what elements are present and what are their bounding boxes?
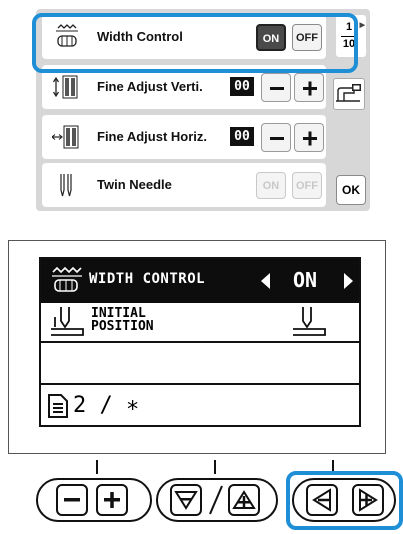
fine-adjust-horizontal-label: Fine Adjust Horiz. [97,129,208,144]
minus-icon [270,137,284,140]
lcd-width-control-label: WIDTH CONTROL [89,271,206,287]
vertical-minus-button[interactable] [261,73,291,102]
plus-icon [303,81,317,96]
left-right-highlight [286,471,403,530]
minus-button[interactable] [56,484,88,516]
up-button[interactable] [228,484,260,516]
width-control-highlight [32,13,358,73]
lcd-page-label: 2 / ∗ [73,393,140,418]
ok-button[interactable]: OK [336,175,366,205]
up-icon [232,490,256,509]
vertical-plus-button[interactable] [294,73,324,102]
lcd-frame: WIDTH CONTROL ON INITIAL POSITION 2 / ∗ [8,240,386,454]
horizontal-plus-button[interactable] [294,123,324,152]
machine-settings-button[interactable] [333,78,365,110]
lcd-width-control-row: WIDTH CONTROL ON [41,259,359,303]
lcd-initial-position-row: INITIAL POSITION [41,303,359,343]
twin-needle-row: Twin Needle ON OFF [42,163,326,207]
horizontal-minus-button[interactable] [261,123,291,152]
slash-divider [209,485,223,515]
page-icon [48,394,68,418]
plus-button[interactable] [96,484,128,516]
lcd-width-control-value: ON [293,268,318,292]
lcd-empty-row [41,345,359,385]
twin-needle-on-button[interactable]: ON [256,172,286,199]
needle-position-icon [293,307,326,336]
down-icon [174,491,198,510]
page-next-arrow-icon: ▶ [359,22,365,29]
down-button[interactable] [170,484,202,516]
fine-adjust-vertical-value: 00 [230,77,254,96]
machine-icon [336,84,361,102]
plus-icon [104,492,120,508]
vertical-adjust-icon [52,75,78,99]
lcd-display: WIDTH CONTROL ON INITIAL POSITION 2 / ∗ [39,257,361,427]
twin-needle-icon [60,174,72,197]
fine-adjust-horizontal-row: Fine Adjust Horiz. 00 [42,115,326,159]
plus-icon [303,131,317,146]
lcd-right-arrow-icon [344,273,353,289]
minus-plus-button-group [36,478,152,522]
width-control-icon [52,266,82,292]
twin-needle-label: Twin Needle [97,177,172,192]
callout-tick [96,460,98,474]
callout-tick [214,460,216,474]
minus-icon [64,498,80,502]
lcd-initial-position-label: INITIAL POSITION [91,306,154,334]
horizontal-adjust-icon [52,125,79,149]
fine-adjust-horizontal-value: 00 [230,127,254,146]
lcd-page-row: 2 / ∗ [41,387,359,425]
lcd-left-arrow-icon [261,273,270,289]
minus-icon [270,87,284,90]
needle-position-icon [51,307,84,336]
twin-needle-off-button[interactable]: OFF [292,172,322,199]
